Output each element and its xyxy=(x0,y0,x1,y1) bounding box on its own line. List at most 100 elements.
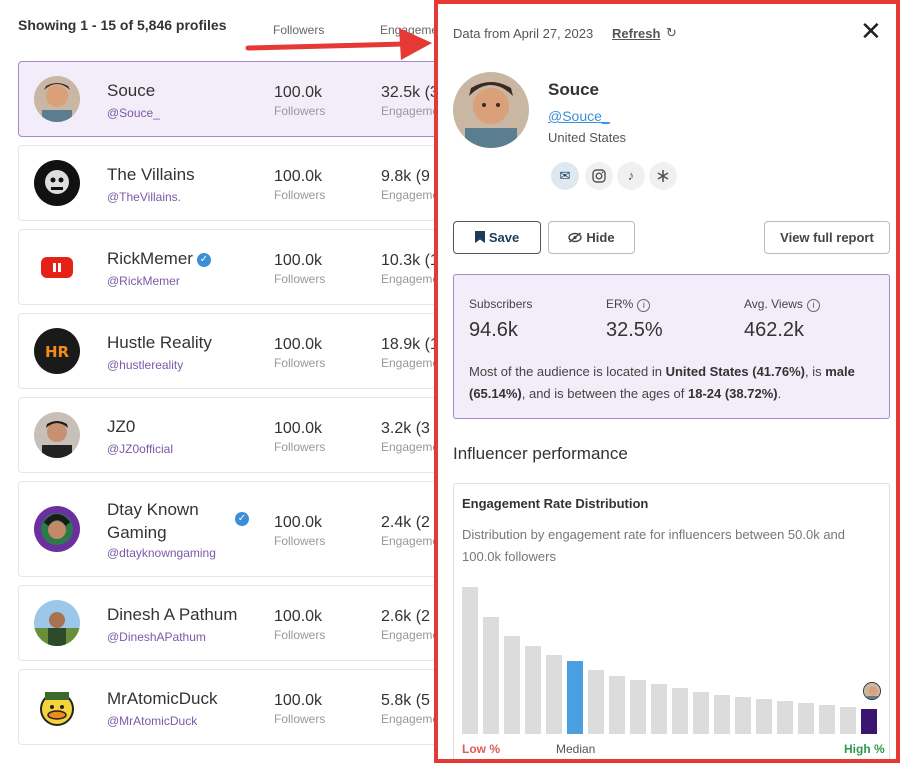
profile-name[interactable]: JZ0 xyxy=(107,417,135,437)
profile-handle-link[interactable]: @Souce_ xyxy=(548,108,610,124)
distribution-bar[interactable] xyxy=(525,646,541,734)
profile-card[interactable]: HR Hustle Reality @hustlereality 100.0k … xyxy=(18,313,440,389)
followers-label: Followers xyxy=(274,272,326,286)
followers-value: 100.0k xyxy=(274,420,323,437)
profile-card[interactable]: The Villains @TheVillains. 100.0k Follow… xyxy=(18,145,440,221)
engagement-label: Engagement xyxy=(381,712,440,726)
profile-name[interactable]: The Villains xyxy=(107,165,195,185)
profile-card[interactable]: JZ0 @JZ0official 100.0k Followers 3.2k (… xyxy=(18,397,440,473)
followers-label: Followers xyxy=(274,356,326,370)
profile-handle[interactable]: @RickMemer xyxy=(107,274,180,288)
distribution-bar[interactable] xyxy=(777,701,793,734)
distribution-bar[interactable] xyxy=(588,670,604,734)
profile-name[interactable]: Hustle Reality xyxy=(107,333,212,353)
close-icon[interactable]: ✕ xyxy=(860,18,882,44)
profile-name[interactable]: Dtay Known Gaming xyxy=(107,498,237,544)
save-button[interactable]: Save xyxy=(453,221,541,254)
profile-name[interactable]: RickMemer ✓ xyxy=(107,249,211,269)
profile-card[interactable]: MrAtomicDuck @MrAtomicDuck 100.0k Follow… xyxy=(18,669,440,745)
profile-handle[interactable]: @dtayknowngaming xyxy=(107,546,216,560)
profile-handle[interactable]: @TheVillains. xyxy=(107,190,181,204)
engagement-value: 2.4k (2 xyxy=(381,514,430,531)
distribution-bar[interactable] xyxy=(672,688,688,734)
profile-name[interactable]: Souce xyxy=(107,81,155,101)
followers-label: Followers xyxy=(274,628,326,642)
distribution-bar[interactable] xyxy=(756,699,772,734)
avatar xyxy=(34,684,80,730)
profile-card[interactable]: Dinesh A Pathum @DineshAPathum 100.0k Fo… xyxy=(18,585,440,661)
followers-value: 100.0k xyxy=(274,168,323,185)
followers-label: Followers xyxy=(274,712,326,726)
bookmark-icon xyxy=(474,231,485,243)
mail-icon[interactable]: ✉ xyxy=(551,162,579,190)
engagement-label: Engagement xyxy=(381,188,440,202)
distribution-bar[interactable] xyxy=(651,684,667,734)
distribution-bar[interactable] xyxy=(735,697,751,734)
profile-handle[interactable]: @Souce_ xyxy=(107,106,160,120)
audience-summary: Most of the audience is located in Unite… xyxy=(469,364,855,401)
profile-name[interactable]: MrAtomicDuck xyxy=(107,689,218,709)
profile-name: Souce xyxy=(548,80,600,99)
profile-card[interactable]: Souce @Souce_ 100.0k Followers 32.5k (3 … xyxy=(18,61,440,137)
linktree-icon[interactable] xyxy=(649,162,677,190)
profile-detail-panel: Data from April 27, 2023 Refresh ↻ ✕ Sou… xyxy=(434,0,900,763)
engagement-label: Engagement xyxy=(381,356,440,370)
distribution-title: Engagement Rate Distribution xyxy=(462,496,649,511)
er-value: 32.5% xyxy=(606,319,663,341)
profile-name[interactable]: Dinesh A Pathum xyxy=(107,605,237,625)
verified-badge-icon: ✓ xyxy=(196,252,211,267)
followers-value: 100.0k xyxy=(274,608,323,625)
hide-button[interactable]: Hide xyxy=(548,221,635,254)
profile-card[interactable]: RickMemer ✓ @RickMemer 100.0k Followers 1… xyxy=(18,229,440,305)
instagram-icon[interactable] xyxy=(585,162,613,190)
data-date: Data from April 27, 2023 xyxy=(453,26,594,41)
avatar: HR xyxy=(34,328,80,374)
info-icon[interactable]: i xyxy=(637,299,651,312)
distribution-bar[interactable] xyxy=(798,703,814,734)
engagement-distribution-card: Engagement Rate Distribution Distributio… xyxy=(453,483,890,759)
profile-handle[interactable]: @hustlereality xyxy=(107,358,183,372)
svg-text:HR: HR xyxy=(45,343,70,361)
profile-handle[interactable]: @MrAtomicDuck xyxy=(107,714,197,728)
avg-views-value: 462.2k xyxy=(744,319,805,341)
distribution-bar[interactable] xyxy=(630,680,646,734)
profile-handle[interactable]: @JZ0official xyxy=(107,442,173,456)
engagement-label: Engagement xyxy=(381,534,440,548)
profile-card[interactable]: Dtay Known Gaming ✓ @dtayknowngaming 100… xyxy=(18,481,440,577)
view-full-report-button[interactable]: View full report xyxy=(764,221,890,254)
distribution-bar[interactable] xyxy=(483,617,499,734)
avg-views-label: Avg. Views i xyxy=(744,297,820,312)
engagement-value: 9.8k (9 xyxy=(381,168,430,185)
median-bar[interactable] xyxy=(567,661,583,734)
distribution-bar[interactable] xyxy=(819,705,835,734)
median-label: Median xyxy=(556,742,596,756)
distribution-bar[interactable] xyxy=(693,692,709,734)
distribution-bar[interactable] xyxy=(714,695,730,734)
profile-avatar xyxy=(453,72,529,148)
info-icon[interactable]: i xyxy=(806,299,820,312)
followers-value: 100.0k xyxy=(274,514,323,531)
distribution-bar[interactable] xyxy=(546,655,562,734)
distribution-bar[interactable] xyxy=(609,676,625,734)
er-label: ER% i xyxy=(606,297,651,312)
tiktok-icon[interactable]: ♪ xyxy=(617,162,645,190)
engagement-value: 3.2k (3 xyxy=(381,420,430,437)
results-count: Showing 1 - 15 of 5,846 profiles xyxy=(18,17,227,33)
avatar xyxy=(34,506,80,552)
refresh-link[interactable]: Refresh xyxy=(612,26,660,41)
profile-handle[interactable]: @DineshAPathum xyxy=(107,630,206,644)
distribution-bar[interactable] xyxy=(462,587,478,734)
performance-title: Influencer performance xyxy=(453,444,628,463)
avatar xyxy=(34,412,80,458)
followers-value: 100.0k xyxy=(274,252,323,269)
avatar xyxy=(34,76,80,122)
engagement-value: 5.8k (5 xyxy=(381,692,430,709)
engagement-value: 10.3k (1 xyxy=(381,252,439,269)
refresh-icon[interactable]: ↻ xyxy=(666,25,677,41)
followers-value: 100.0k xyxy=(274,692,323,709)
followers-value: 100.0k xyxy=(274,84,323,101)
distribution-bar[interactable] xyxy=(840,707,856,734)
current-profile-bar[interactable] xyxy=(861,709,877,734)
profile-list: Showing 1 - 15 of 5,846 profiles Followe… xyxy=(0,0,440,763)
distribution-bar[interactable] xyxy=(504,636,520,734)
